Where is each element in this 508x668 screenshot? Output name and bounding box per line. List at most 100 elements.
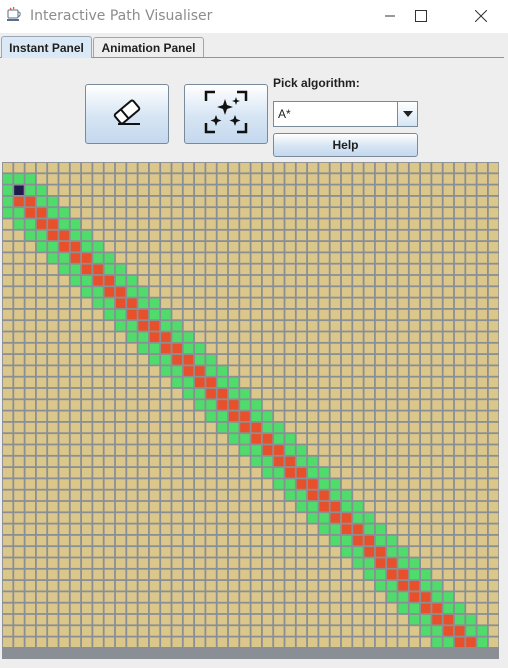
grid-cell-visited[interactable]	[454, 603, 465, 614]
grid-cell-empty[interactable]	[59, 524, 69, 535]
grid-cell-empty[interactable]	[251, 242, 262, 252]
grid-cell-path[interactable]	[240, 411, 250, 422]
grid-cell-empty[interactable]	[240, 343, 250, 354]
grid-cell-empty[interactable]	[2, 434, 13, 444]
grid-cell-empty[interactable]	[409, 242, 420, 252]
grid-cell-visited[interactable]	[274, 434, 284, 444]
grid-cell-empty[interactable]	[330, 219, 341, 229]
grid-cell-empty[interactable]	[262, 592, 273, 602]
grid-cell-empty[interactable]	[127, 343, 137, 354]
grid-cell-visited[interactable]	[14, 219, 24, 229]
grid-cell-empty[interactable]	[398, 185, 408, 196]
grid-cell-empty[interactable]	[432, 434, 442, 444]
grid-cell-empty[interactable]	[488, 501, 499, 512]
grid-cell-empty[interactable]	[443, 490, 454, 501]
grid-cell-empty[interactable]	[36, 479, 47, 489]
grid-cell-empty[interactable]	[2, 253, 13, 263]
grid-cell-empty[interactable]	[285, 535, 295, 546]
grid-cell-empty[interactable]	[398, 637, 408, 648]
grid-cell-empty[interactable]	[387, 162, 397, 173]
grid-cell-empty[interactable]	[183, 253, 194, 263]
grid-cell-empty[interactable]	[477, 388, 488, 399]
grid-cell-visited[interactable]	[70, 219, 81, 229]
grid-cell-empty[interactable]	[443, 298, 454, 309]
grid-cell-visited[interactable]	[59, 208, 69, 218]
grid-cell-empty[interactable]	[36, 343, 47, 354]
grid-cell-empty[interactable]	[443, 174, 454, 184]
grid-cell-path[interactable]	[398, 581, 408, 591]
grid-cell-visited[interactable]	[364, 569, 375, 580]
grid-cell-empty[interactable]	[82, 321, 92, 331]
grid-cell-visited[interactable]	[387, 535, 397, 546]
grid-cell-visited[interactable]	[296, 445, 307, 455]
grid-cell-empty[interactable]	[228, 219, 239, 229]
grid-cell-empty[interactable]	[172, 581, 182, 591]
grid-cell-empty[interactable]	[353, 637, 363, 648]
grid-cell-empty[interactable]	[206, 434, 216, 444]
grid-cell-empty[interactable]	[161, 479, 171, 489]
grid-cell-empty[interactable]	[93, 614, 103, 625]
grid-cell-visited[interactable]	[25, 185, 36, 196]
grid-cell-visited[interactable]	[206, 400, 216, 410]
grid-cell-empty[interactable]	[364, 434, 375, 444]
grid-cell-empty[interactable]	[115, 162, 126, 173]
grid-cell-empty[interactable]	[466, 445, 476, 455]
grid-cell-empty[interactable]	[296, 321, 307, 331]
grid-cell-empty[interactable]	[82, 400, 92, 410]
grid-cell-empty[interactable]	[308, 230, 318, 241]
grid-cell-empty[interactable]	[274, 411, 284, 422]
grid-cell-empty[interactable]	[421, 366, 431, 376]
grid-cell-empty[interactable]	[432, 366, 442, 376]
grid-cell-empty[interactable]	[454, 242, 465, 252]
grid-cell-empty[interactable]	[161, 400, 171, 410]
grid-cell-empty[interactable]	[138, 524, 149, 535]
grid-cell-empty[interactable]	[70, 377, 81, 388]
grid-cell-empty[interactable]	[195, 264, 205, 275]
grid-cell-visited[interactable]	[409, 569, 420, 580]
grid-cell-empty[interactable]	[25, 287, 36, 297]
grid-cell-empty[interactable]	[409, 524, 420, 535]
grid-cell-empty[interactable]	[330, 309, 341, 320]
grid-cell-empty[interactable]	[149, 162, 160, 173]
grid-cell-empty[interactable]	[70, 513, 81, 523]
grid-cell-empty[interactable]	[240, 174, 250, 184]
grid-cell-path[interactable]	[183, 366, 194, 376]
grid-cell-visited[interactable]	[183, 332, 194, 342]
grid-cell-empty[interactable]	[251, 479, 262, 489]
grid-cell-path[interactable]	[330, 513, 341, 523]
grid-cell-empty[interactable]	[172, 592, 182, 602]
grid-cell-empty[interactable]	[82, 501, 92, 512]
grid-cell-empty[interactable]	[387, 637, 397, 648]
grid-cell-empty[interactable]	[206, 603, 216, 614]
grid-cell-empty[interactable]	[93, 196, 103, 207]
grid-cell-visited[interactable]	[421, 569, 431, 580]
grid-cell-empty[interactable]	[387, 468, 397, 478]
grid-cell-empty[interactable]	[364, 400, 375, 410]
grid-cell-path[interactable]	[240, 422, 250, 433]
grid-cell-empty[interactable]	[172, 558, 182, 568]
grid-cell-path[interactable]	[48, 230, 58, 241]
grid-cell-empty[interactable]	[488, 603, 499, 614]
grid-cell-empty[interactable]	[296, 208, 307, 218]
grid-cell-empty[interactable]	[330, 264, 341, 275]
grid-cell-empty[interactable]	[285, 242, 295, 252]
grid-cell-empty[interactable]	[251, 547, 262, 557]
grid-cell-empty[interactable]	[161, 196, 171, 207]
grid-cell-visited[interactable]	[70, 264, 81, 275]
help-button[interactable]: Help	[273, 133, 418, 157]
grid-cell-empty[interactable]	[25, 479, 36, 489]
grid-cell-empty[interactable]	[364, 242, 375, 252]
grid-cell-empty[interactable]	[387, 434, 397, 444]
grid-cell-empty[interactable]	[274, 581, 284, 591]
grid-cell-empty[interactable]	[443, 264, 454, 275]
grid-cell-empty[interactable]	[477, 355, 488, 365]
grid-cell-empty[interactable]	[25, 535, 36, 546]
grid-cell-empty[interactable]	[149, 174, 160, 184]
grid-cell-empty[interactable]	[285, 513, 295, 523]
grid-cell-path[interactable]	[206, 388, 216, 399]
grid-cell-empty[interactable]	[115, 547, 126, 557]
grid-cell-empty[interactable]	[104, 230, 115, 241]
grid-cell-empty[interactable]	[296, 434, 307, 444]
grid-cell-empty[interactable]	[262, 547, 273, 557]
grid-cell-empty[interactable]	[14, 343, 24, 354]
